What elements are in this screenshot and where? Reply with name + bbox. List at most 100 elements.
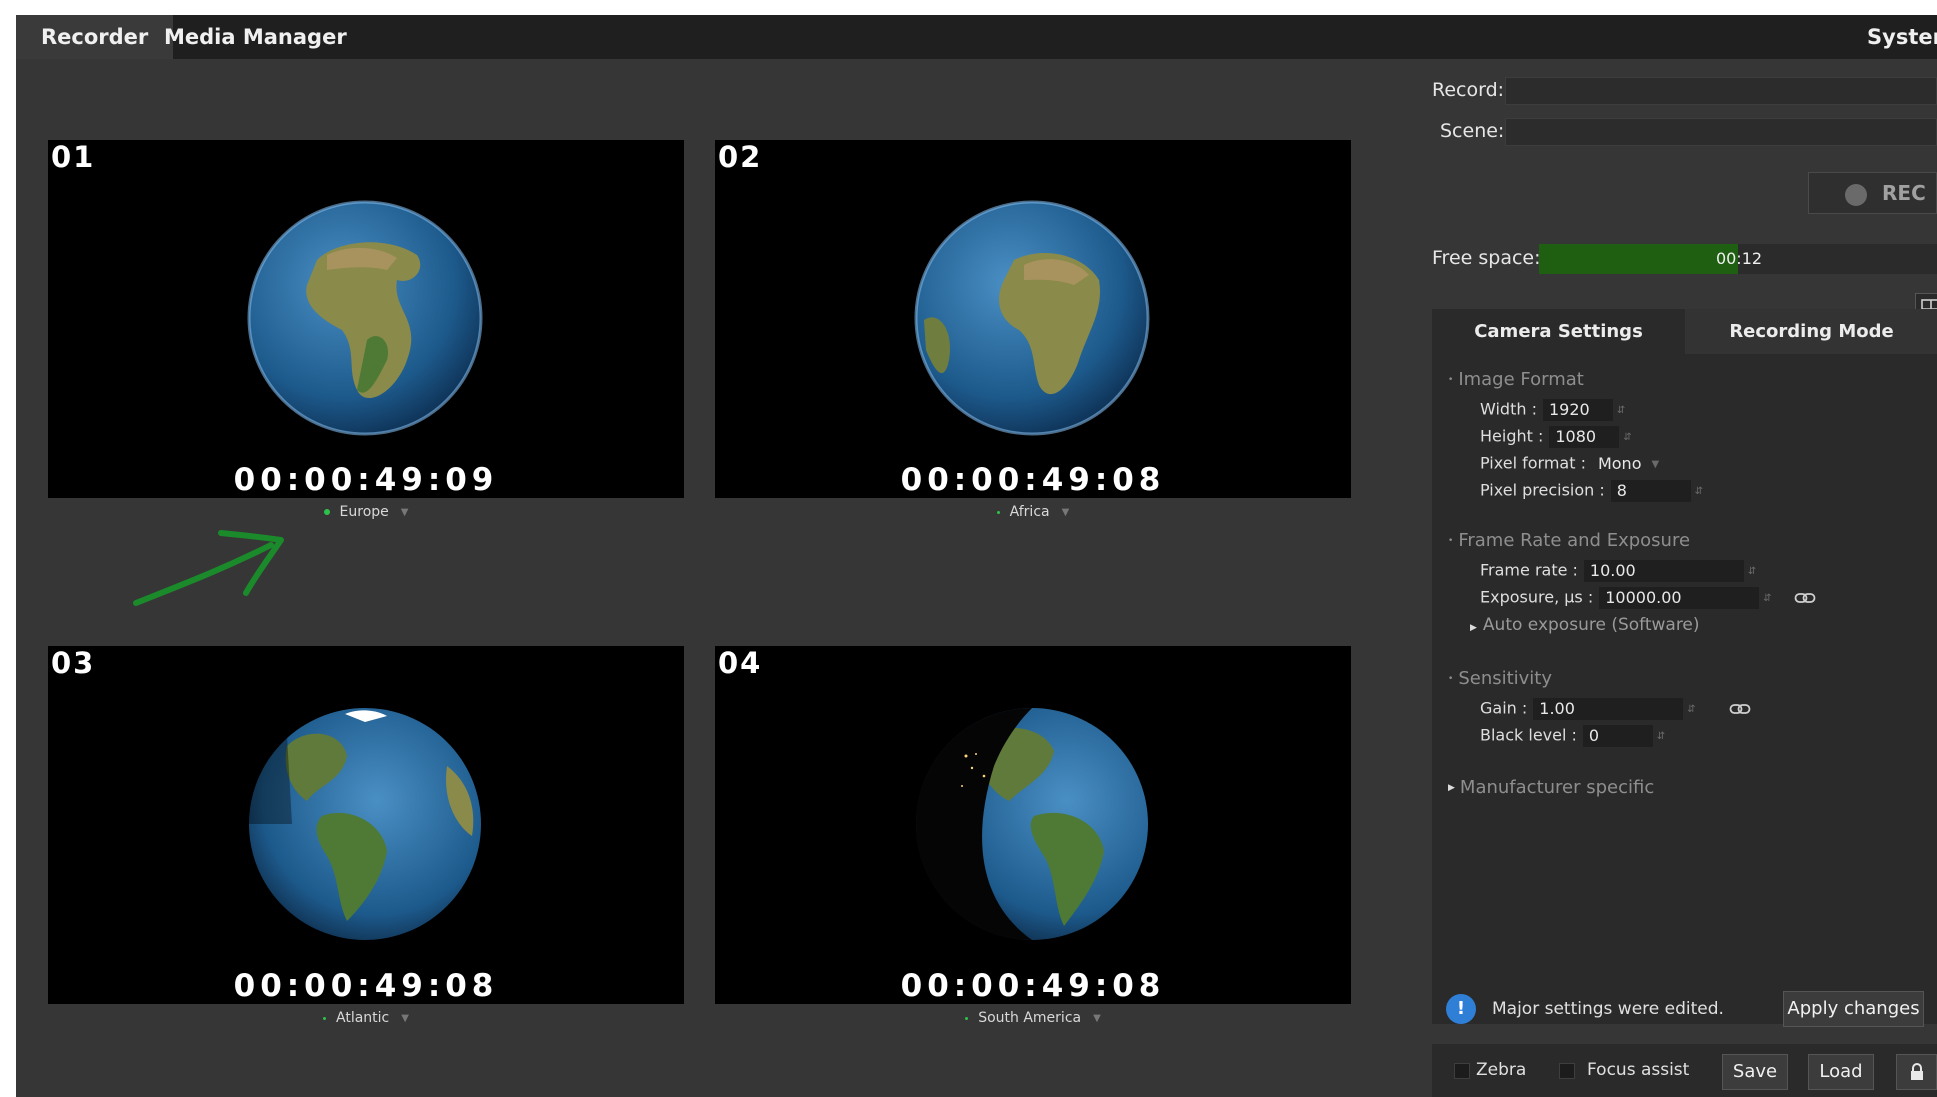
frame-rate-input[interactable]: 10.00	[1583, 560, 1744, 582]
camera-timecode: 00:00:49:08	[233, 968, 499, 1004]
camera-number: 03	[51, 646, 96, 680]
chevron-down-icon: ▼	[1093, 1012, 1101, 1024]
status-dot-icon	[965, 1016, 969, 1020]
gain-input[interactable]: 1.00	[1533, 698, 1684, 720]
record-name-input[interactable]	[1505, 77, 1937, 105]
rec-button[interactable]: REC	[1808, 172, 1937, 214]
camera-timecode: 00:00:49:08	[900, 968, 1166, 1004]
earth-globe-image	[247, 200, 483, 436]
width-input[interactable]: 1920	[1542, 399, 1613, 421]
lock-button[interactable]	[1896, 1054, 1937, 1090]
spin-arrows-icon[interactable]: ⇵	[1748, 566, 1756, 577]
camera-source-select-03[interactable]: Atlantic ▼	[48, 1010, 684, 1026]
notice-message: Major settings were edited.	[1492, 999, 1724, 1019]
auto-exposure-toggle[interactable]: ▶ Auto exposure (Software)	[1470, 615, 1700, 635]
spin-arrows-icon[interactable]: ⇵	[1695, 486, 1703, 497]
camera-number: 02	[718, 140, 763, 174]
earth-globe-image	[914, 200, 1150, 436]
gain-row: Gain :1.00 ⇵	[1480, 698, 1696, 720]
section-image-format[interactable]: • Image Format	[1448, 369, 1584, 390]
earth-globe-image	[248, 708, 481, 940]
camera-timecode: 00:00:49:08	[900, 462, 1166, 498]
black-level-input[interactable]: 0	[1582, 725, 1653, 747]
gain-label: Gain :	[1480, 698, 1528, 718]
focus-assist-checkbox[interactable]	[1559, 1063, 1575, 1079]
record-dot-icon	[1845, 184, 1867, 206]
zebra-label: Zebra	[1476, 1060, 1527, 1080]
link-icon[interactable]	[1794, 591, 1816, 605]
width-row: Width :1920 ⇵	[1480, 399, 1625, 421]
recorder-app: Recorder Media Manager System 01 00:00:4…	[16, 15, 1937, 1097]
section-sensitivity[interactable]: • Sensitivity	[1448, 668, 1552, 689]
section-manufacturer-specific[interactable]: ▶ Manufacturer specific	[1448, 777, 1654, 798]
info-icon: !	[1446, 994, 1476, 1024]
height-label: Height :	[1480, 426, 1544, 446]
camera-source-name: Europe	[339, 504, 389, 520]
section-title: Manufacturer specific	[1459, 777, 1655, 798]
camera-source-select-04[interactable]: South America ▼	[715, 1010, 1351, 1026]
pixel-format-select[interactable]: Mono	[1592, 453, 1648, 475]
pixel-format-row: Pixel format : Mono ▼	[1480, 453, 1659, 475]
camera-timecode: 00:00:49:09	[233, 462, 499, 498]
camera-view-04[interactable]: 04 00:00:49:08	[715, 646, 1351, 1004]
record-label: Record:	[1432, 79, 1505, 101]
right-panel: Record: Scene: REC Free space: 00:12 Cam…	[1432, 59, 1937, 1097]
height-input[interactable]: 1080	[1549, 426, 1620, 448]
focus-assist-label: Focus assist	[1587, 1060, 1690, 1080]
section-title: Image Format	[1458, 369, 1584, 390]
free-space-label: Free space:	[1432, 247, 1541, 269]
camera-source-name: South America	[978, 1010, 1082, 1026]
chevron-down-icon: ▼	[401, 1012, 409, 1024]
section-title: Sensitivity	[1458, 668, 1553, 689]
camera-view-03[interactable]: 03 00:00:49:08	[48, 646, 684, 1004]
lock-icon	[1910, 1063, 1923, 1080]
camera-number: 01	[51, 140, 96, 174]
black-level-row: Black level :0 ⇵	[1480, 725, 1665, 747]
black-level-label: Black level :	[1480, 725, 1577, 745]
camera-number: 04	[718, 646, 763, 680]
camera-view-01[interactable]: 01 00:00:49:09	[48, 140, 684, 498]
top-tab-bar: Recorder Media Manager System	[16, 15, 1937, 59]
frame-rate-row: Frame rate :10.00 ⇵	[1480, 560, 1756, 582]
annotation-arrow-icon	[133, 530, 284, 606]
pixel-format-label: Pixel format :	[1480, 453, 1586, 473]
section-frame-rate[interactable]: • Frame Rate and Exposure	[1448, 530, 1690, 551]
tab-system[interactable]: System	[1857, 15, 1937, 59]
scene-name-input[interactable]	[1505, 118, 1937, 146]
spin-arrows-icon[interactable]: ⇵	[1617, 405, 1625, 416]
exposure-label: Exposure, μs :	[1480, 587, 1594, 607]
rec-button-label: REC	[1882, 181, 1926, 205]
link-icon[interactable]	[1729, 702, 1751, 716]
zebra-checkbox[interactable]	[1454, 1063, 1470, 1079]
height-row: Height :1080 ⇵	[1480, 426, 1632, 448]
spin-arrows-icon[interactable]: ⇵	[1657, 731, 1665, 742]
status-dot-icon	[996, 510, 1000, 514]
status-dot-icon	[323, 1016, 327, 1020]
tab-media-manager[interactable]: Media Manager	[139, 15, 372, 59]
expand-caret-icon: ▶	[1470, 623, 1477, 633]
width-label: Width :	[1480, 399, 1537, 419]
section-title: Frame Rate and Exposure	[1458, 530, 1691, 551]
scene-label: Scene:	[1440, 120, 1505, 142]
collapse-icon: •	[1448, 375, 1454, 385]
collapse-icon: •	[1448, 536, 1454, 546]
chevron-down-icon: ▼	[1061, 506, 1070, 518]
spin-arrows-icon[interactable]: ⇵	[1763, 593, 1771, 604]
spin-arrows-icon[interactable]: ⇵	[1687, 704, 1695, 715]
earth-globe-image	[916, 708, 1148, 940]
save-button[interactable]: Save	[1722, 1054, 1788, 1090]
apply-changes-button[interactable]: Apply changes	[1783, 991, 1924, 1027]
camera-source-select-02[interactable]: Africa ▼	[715, 504, 1351, 520]
pixel-precision-input[interactable]: 8	[1610, 480, 1691, 502]
chevron-down-icon: ▼	[400, 506, 409, 518]
camera-view-02[interactable]: 02 00:00:49:08	[715, 140, 1351, 498]
spin-arrows-icon[interactable]: ⇵	[1623, 432, 1631, 443]
collapse-icon: •	[1448, 674, 1454, 684]
chevron-down-icon[interactable]: ▼	[1651, 459, 1659, 470]
load-button[interactable]: Load	[1808, 1054, 1874, 1090]
tab-camera-settings[interactable]: Camera Settings	[1432, 309, 1685, 354]
pixel-precision-row: Pixel precision :8 ⇵	[1480, 480, 1703, 502]
exposure-input[interactable]: 10000.00	[1599, 587, 1760, 609]
tab-recording-mode[interactable]: Recording Mode	[1685, 309, 1937, 354]
expand-caret-icon: ▶	[1448, 783, 1455, 793]
